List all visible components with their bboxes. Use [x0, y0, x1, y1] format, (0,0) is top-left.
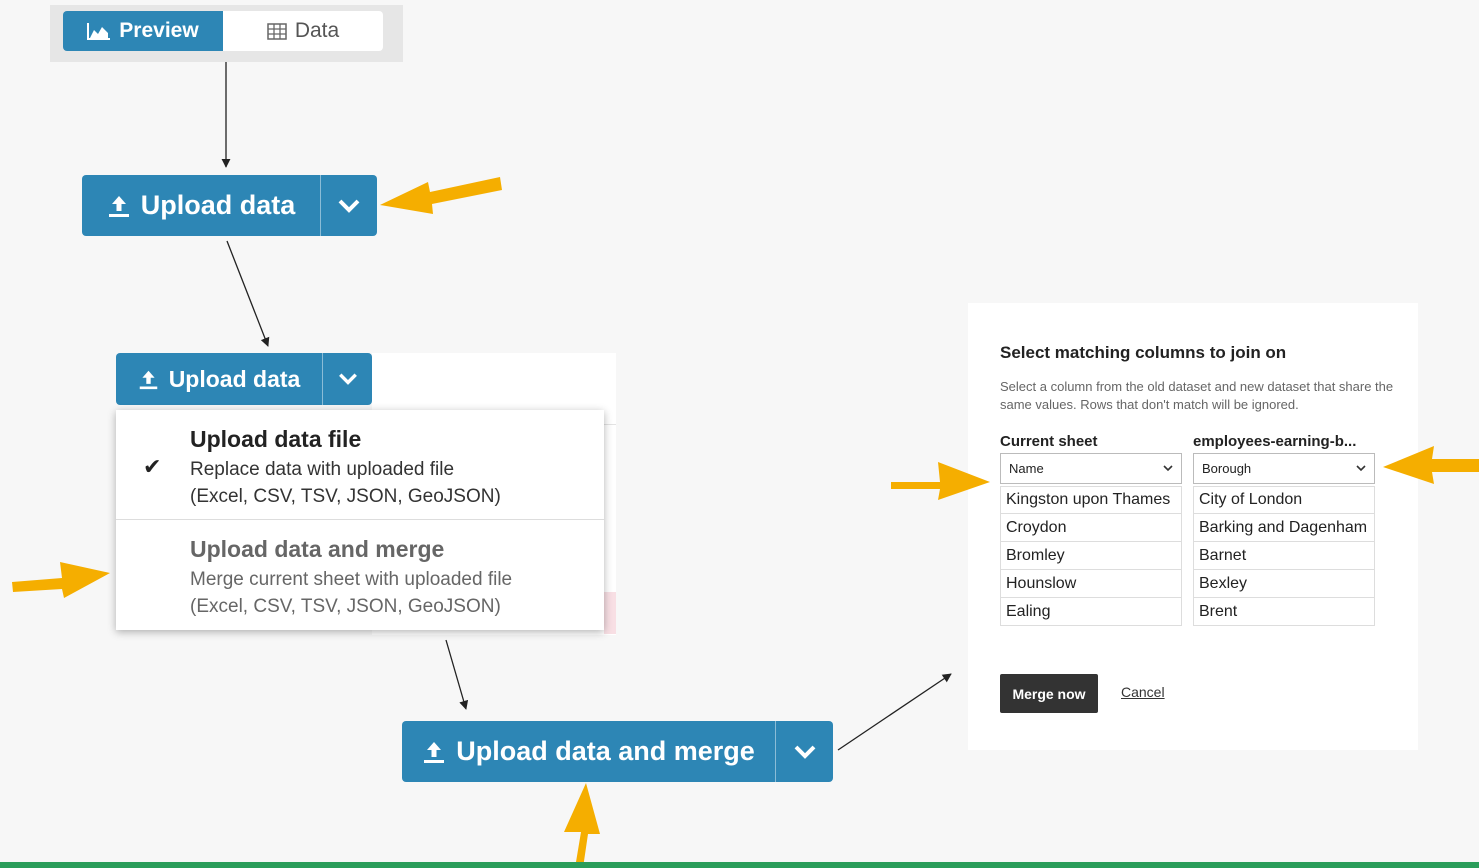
flow-arrow	[226, 240, 270, 347]
bottom-status-bar	[0, 862, 1479, 868]
orange-callout-arrow	[380, 177, 502, 214]
orange-callout-arrow	[564, 783, 600, 868]
orange-callout-arrow	[1383, 446, 1479, 484]
orange-callout-arrow	[12, 562, 110, 598]
annotation-overlay	[12, 62, 1479, 868]
flow-arrow	[837, 673, 952, 751]
orange-callout-arrow	[891, 462, 990, 500]
flow-arrow	[445, 639, 469, 710]
